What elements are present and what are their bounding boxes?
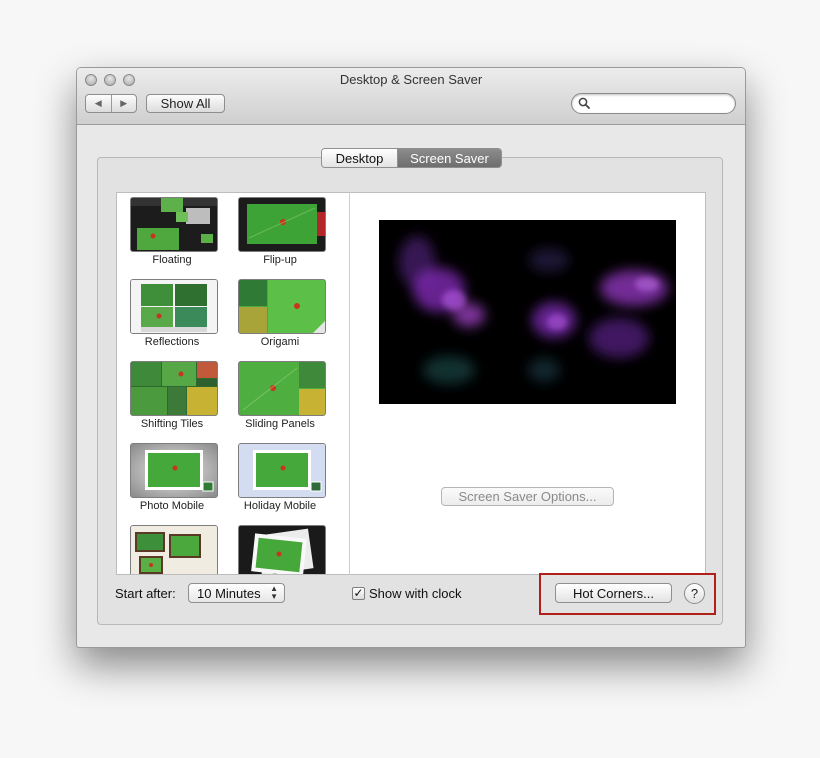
start-after-value: 10 Minutes xyxy=(197,586,261,601)
screen-saver-label: Photo Mobile xyxy=(139,500,205,512)
holiday-mobile-thumbnail xyxy=(238,443,326,498)
back-icon: ◀ xyxy=(94,98,102,108)
screen-saver-item-flip-up[interactable]: Flip-up xyxy=(226,193,334,271)
back-button[interactable]: ◀ xyxy=(86,95,111,112)
show-all-button[interactable]: Show All xyxy=(146,94,225,113)
reflections-thumbnail xyxy=(130,279,218,334)
title-bar: Desktop & Screen Saver ◀ ▶ Show All xyxy=(77,68,745,125)
start-after-select[interactable]: 10 Minutes ▲ ▼ xyxy=(188,583,285,603)
screen-saver-item-sliding-panels[interactable]: Sliding Panels xyxy=(226,357,334,435)
stepper-arrows-icon: ▲ ▼ xyxy=(270,584,278,601)
screen-saver-label: Reflections xyxy=(144,336,200,348)
screen-saver-preview xyxy=(379,220,676,404)
screen-saver-item-reflections[interactable]: Reflections xyxy=(118,275,226,353)
window-title: Desktop & Screen Saver xyxy=(339,72,483,87)
screen-saver-label: Sliding Panels xyxy=(245,418,315,430)
origami-thumbnail xyxy=(238,279,326,334)
screen-saver-item-shifting-tiles[interactable]: Shifting Tiles xyxy=(118,357,226,435)
screen-saver-item-holiday-mobile[interactable]: Holiday Mobile xyxy=(226,439,334,517)
tab-switcher: Desktop Screen Saver xyxy=(321,148,502,168)
show-with-clock-checkbox[interactable]: ✓ xyxy=(352,587,365,600)
hot-corners-button[interactable]: Hot Corners... xyxy=(555,583,672,603)
screen-saver-item-vintage-prints[interactable] xyxy=(226,521,334,574)
floating-thumbnail xyxy=(130,197,218,252)
screen-saver-label: Holiday Mobile xyxy=(243,500,317,512)
forward-icon: ▶ xyxy=(120,98,128,108)
forward-button[interactable]: ▶ xyxy=(110,95,137,112)
screen-saver-item-photo-mobile[interactable]: Photo Mobile xyxy=(118,439,226,517)
photo-mobile-thumbnail xyxy=(130,443,218,498)
screen-saver-label: Flip-up xyxy=(263,254,297,266)
photo-wall-thumbnail xyxy=(130,525,218,574)
show-with-clock-label[interactable]: Show with clock xyxy=(369,586,461,601)
history-nav: ◀ ▶ xyxy=(85,94,137,113)
screen-saver-item-origami[interactable]: Origami xyxy=(226,275,334,353)
screen-saver-label: Shifting Tiles xyxy=(140,418,204,430)
sliding-panels-thumbnail xyxy=(238,361,326,416)
search-field[interactable] xyxy=(571,93,736,114)
preferences-window: Desktop & Screen Saver ◀ ▶ Show All Desk… xyxy=(76,67,746,648)
tab-screen-saver[interactable]: Screen Saver xyxy=(398,149,501,167)
tab-desktop[interactable]: Desktop xyxy=(322,149,398,167)
screen-saver-options-button[interactable]: Screen Saver Options... xyxy=(441,487,614,506)
shifting-tiles-thumbnail xyxy=(130,361,218,416)
screen-saver-label: Floating xyxy=(152,254,192,266)
screen-saver-label: Origami xyxy=(260,336,300,348)
flip-up-thumbnail xyxy=(238,197,326,252)
screen-saver-item-floating[interactable]: Floating xyxy=(118,193,226,271)
start-after-label: Start after: xyxy=(115,586,176,601)
search-input[interactable] xyxy=(594,96,728,113)
screen-saver-list[interactable]: Floating Flip-up Reflections Origami Shi… xyxy=(116,192,350,575)
help-button[interactable]: ? xyxy=(684,583,705,604)
screen-saver-item-photo-wall[interactable] xyxy=(118,521,226,574)
vintage-prints-thumbnail xyxy=(238,525,326,574)
search-icon xyxy=(578,97,590,109)
